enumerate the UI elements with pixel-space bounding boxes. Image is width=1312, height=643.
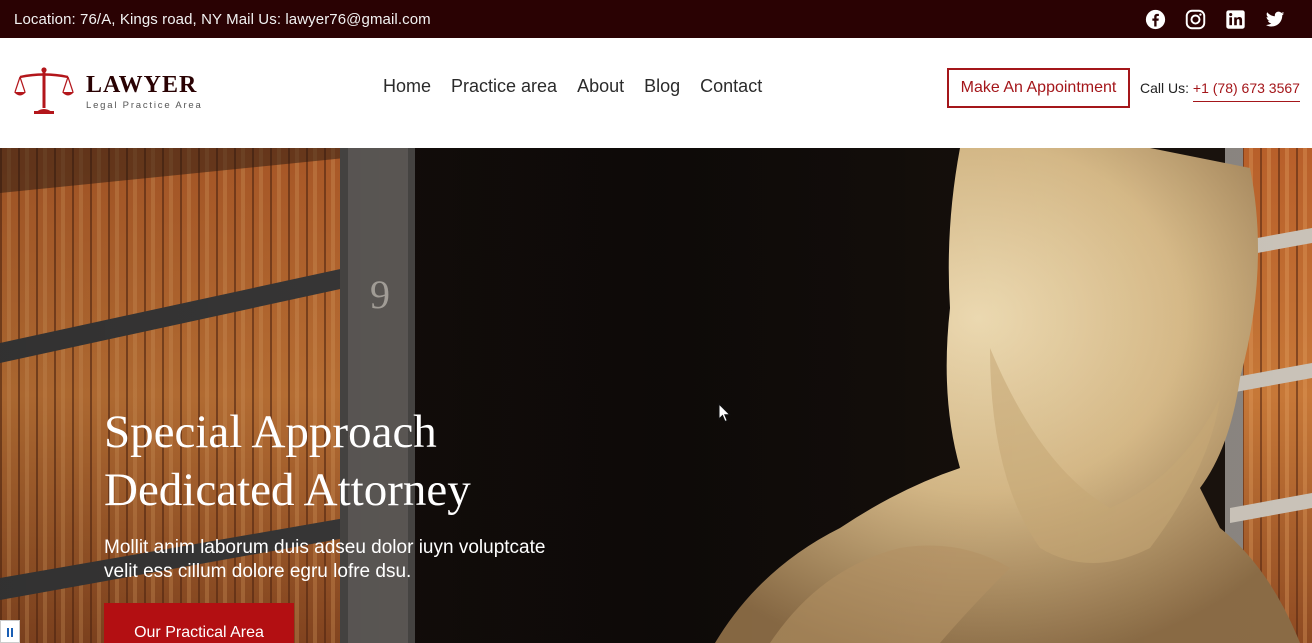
twitter-icon[interactable] [1264,8,1286,30]
nav-item-practice-area[interactable]: Practice area [451,76,557,97]
phone-link[interactable]: +1 (78) 673 3567 [1192,80,1300,102]
facebook-icon[interactable] [1144,8,1166,30]
hero-title-line-1: Special Approach [104,406,437,458]
logo-title: LAWYER [86,71,198,98]
hero-description: Mollit anim laborum duis adseu dolor iuy… [104,536,624,584]
nav-item-blog[interactable]: Blog [644,76,680,97]
mouse-cursor-icon [718,403,732,423]
nav-item-home[interactable]: Home [383,76,431,97]
scales-of-justice-icon [14,67,74,114]
call-us-label: Call Us: [1140,80,1190,96]
hero-title-line-2: Dedicated Attorney [104,464,471,516]
hero-description-line-2: velit ess cillum dolore egru lofre dsu. [104,561,412,582]
hero-description-line-1: Mollit anim laborum duis adseu dolor iuy… [104,537,546,558]
hero-section: 9 Special Approach Dedicated Attorney Mo… [0,148,1312,643]
site-logo[interactable]: LAWYER Legal Practice Area [12,66,203,116]
logo-subtitle: Legal Practice Area [86,99,203,111]
nav-item-contact[interactable]: Contact [700,76,762,97]
site-header: LAWYER Legal Practice Area Home Practice… [0,38,1312,148]
contact-info-text: Location: 76/A, Kings road, NY Mail Us: … [14,10,431,28]
nav-item-about[interactable]: About [577,76,624,97]
top-info-bar: Location: 76/A, Kings road, NY Mail Us: … [0,0,1312,38]
main-nav: Home Practice area About Blog Contact [383,76,762,97]
pause-widget-icon[interactable] [0,620,20,643]
call-us: Call Us: +1 (78) 673 3567 [1140,80,1300,102]
linkedin-icon[interactable] [1224,8,1246,30]
make-appointment-button[interactable]: Make An Appointment [947,68,1130,108]
instagram-icon[interactable] [1184,8,1206,30]
our-practical-area-button[interactable]: Our Practical Area [104,603,294,643]
hero-title: Special Approach Dedicated Attorney [104,403,471,519]
social-links [1144,8,1286,30]
